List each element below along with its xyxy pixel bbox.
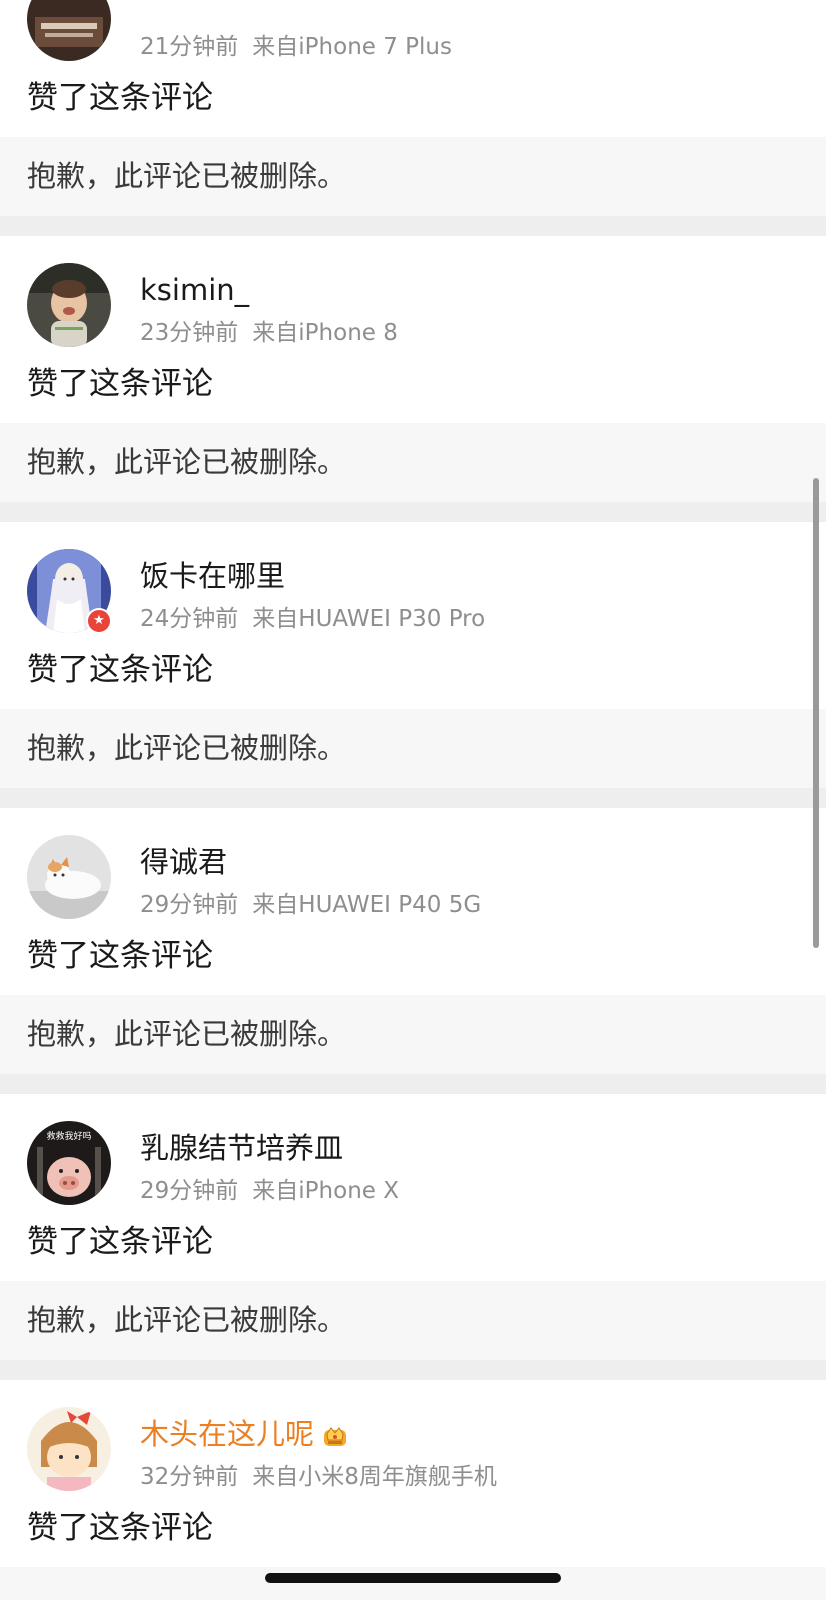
user-name[interactable]: 木头在这儿呢 bbox=[140, 1416, 350, 1452]
avatar-caption: 救救我好吗 bbox=[46, 1130, 91, 1142]
user-avatar[interactable] bbox=[27, 0, 111, 61]
verified-badge-icon: ★ bbox=[86, 608, 112, 634]
user-avatar[interactable]: 救救我好吗 bbox=[27, 1121, 111, 1205]
user-name[interactable]: ksimin_ bbox=[140, 272, 249, 308]
user-name[interactable]: 得诚君 bbox=[140, 844, 227, 880]
like-notification-item[interactable]: 21分钟前 来自iPhone 7 Plus 赞了这条评论 抱歉，此评论已被删除。 bbox=[0, 0, 826, 216]
vip-crown-icon bbox=[324, 1427, 347, 1446]
vertical-scrollbar[interactable] bbox=[813, 478, 819, 948]
deleted-comment-text: 抱歉，此评论已被删除。 bbox=[27, 1017, 347, 1051]
quoted-comment-box[interactable]: 抱歉，此评论已被删除。 bbox=[0, 423, 826, 502]
quoted-comment-box[interactable]: 抱歉，此评论已被删除。 bbox=[0, 709, 826, 788]
deleted-comment-text: 抱歉，此评论已被删除。 bbox=[27, 1303, 347, 1337]
comment-meta: 29分钟前 来自HUAWEI P40 5G bbox=[140, 890, 481, 920]
quoted-comment-box[interactable]: 抱歉，此评论已被删除。 bbox=[0, 995, 826, 1074]
like-action-text: 赞了这条评论 bbox=[27, 1224, 213, 1260]
device-source: 来自iPhone 7 Plus bbox=[252, 34, 452, 60]
device-source: 来自HUAWEI P40 5G bbox=[252, 892, 482, 918]
device-source: 来自小米8周年旗舰手机 bbox=[252, 1464, 497, 1490]
like-time: 24分钟前 bbox=[140, 606, 239, 632]
like-action-text: 赞了这条评论 bbox=[27, 366, 213, 402]
user-avatar[interactable] bbox=[27, 1407, 111, 1491]
like-time: 23分钟前 bbox=[140, 320, 239, 346]
device-source: 来自HUAWEI P30 Pro bbox=[252, 606, 486, 632]
comment-meta: 32分钟前 来自小米8周年旗舰手机 bbox=[140, 1462, 497, 1492]
like-notification-item[interactable]: 得诚君 29分钟前 来自HUAWEI P40 5G 赞了这条评论 抱歉，此评论已被… bbox=[0, 808, 826, 1074]
like-notification-list: 21分钟前 来自iPhone 7 Plus 赞了这条评论 抱歉，此评论已被删除。 … bbox=[0, 0, 826, 1600]
quoted-comment-box[interactable] bbox=[0, 1567, 826, 1600]
like-action-text: 赞了这条评论 bbox=[27, 80, 213, 116]
user-name[interactable]: 饭卡在哪里 bbox=[140, 558, 285, 594]
like-time: 32分钟前 bbox=[140, 1464, 239, 1490]
like-notification-item[interactable]: 救救我好吗 乳腺结节培养皿 29分钟前 来自iPhone X 赞了这条评论 抱歉，… bbox=[0, 1094, 826, 1360]
user-avatar[interactable] bbox=[27, 263, 111, 347]
device-source: 来自iPhone 8 bbox=[252, 320, 398, 346]
user-name[interactable]: 乳腺结节培养皿 bbox=[140, 1130, 343, 1166]
like-time: 21分钟前 bbox=[140, 34, 239, 60]
like-notification-item[interactable]: ★ 饭卡在哪里 24分钟前 来自HUAWEI P30 Pro 赞了这条评论 抱歉，… bbox=[0, 522, 826, 788]
user-name-text: 木头在这儿呢 bbox=[140, 1417, 315, 1451]
quoted-comment-box[interactable]: 抱歉，此评论已被删除。 bbox=[0, 1281, 826, 1360]
device-source: 来自iPhone X bbox=[252, 1178, 399, 1204]
like-action-text: 赞了这条评论 bbox=[27, 938, 213, 974]
home-indicator[interactable] bbox=[265, 1573, 561, 1583]
like-time: 29分钟前 bbox=[140, 892, 239, 918]
deleted-comment-text: 抱歉，此评论已被删除。 bbox=[27, 445, 347, 479]
quoted-comment-box[interactable]: 抱歉，此评论已被删除。 bbox=[0, 137, 826, 216]
comment-meta: 21分钟前 来自iPhone 7 Plus bbox=[140, 32, 452, 62]
user-avatar[interactable] bbox=[27, 835, 111, 919]
comment-meta: 23分钟前 来自iPhone 8 bbox=[140, 318, 398, 348]
like-action-text: 赞了这条评论 bbox=[27, 1510, 213, 1546]
like-time: 29分钟前 bbox=[140, 1178, 239, 1204]
deleted-comment-text: 抱歉，此评论已被删除。 bbox=[27, 731, 347, 765]
like-action-text: 赞了这条评论 bbox=[27, 652, 213, 688]
comment-meta: 29分钟前 来自iPhone X bbox=[140, 1176, 399, 1206]
like-notification-item[interactable]: ksimin_ 23分钟前 来自iPhone 8 赞了这条评论 抱歉，此评论已被删… bbox=[0, 236, 826, 502]
comment-meta: 24分钟前 来自HUAWEI P30 Pro bbox=[140, 604, 485, 634]
deleted-comment-text: 抱歉，此评论已被删除。 bbox=[27, 159, 347, 193]
like-notification-item[interactable]: 木头在这儿呢 32分钟前 来自小米8周年旗舰手机 赞了这条评论 bbox=[0, 1380, 826, 1600]
